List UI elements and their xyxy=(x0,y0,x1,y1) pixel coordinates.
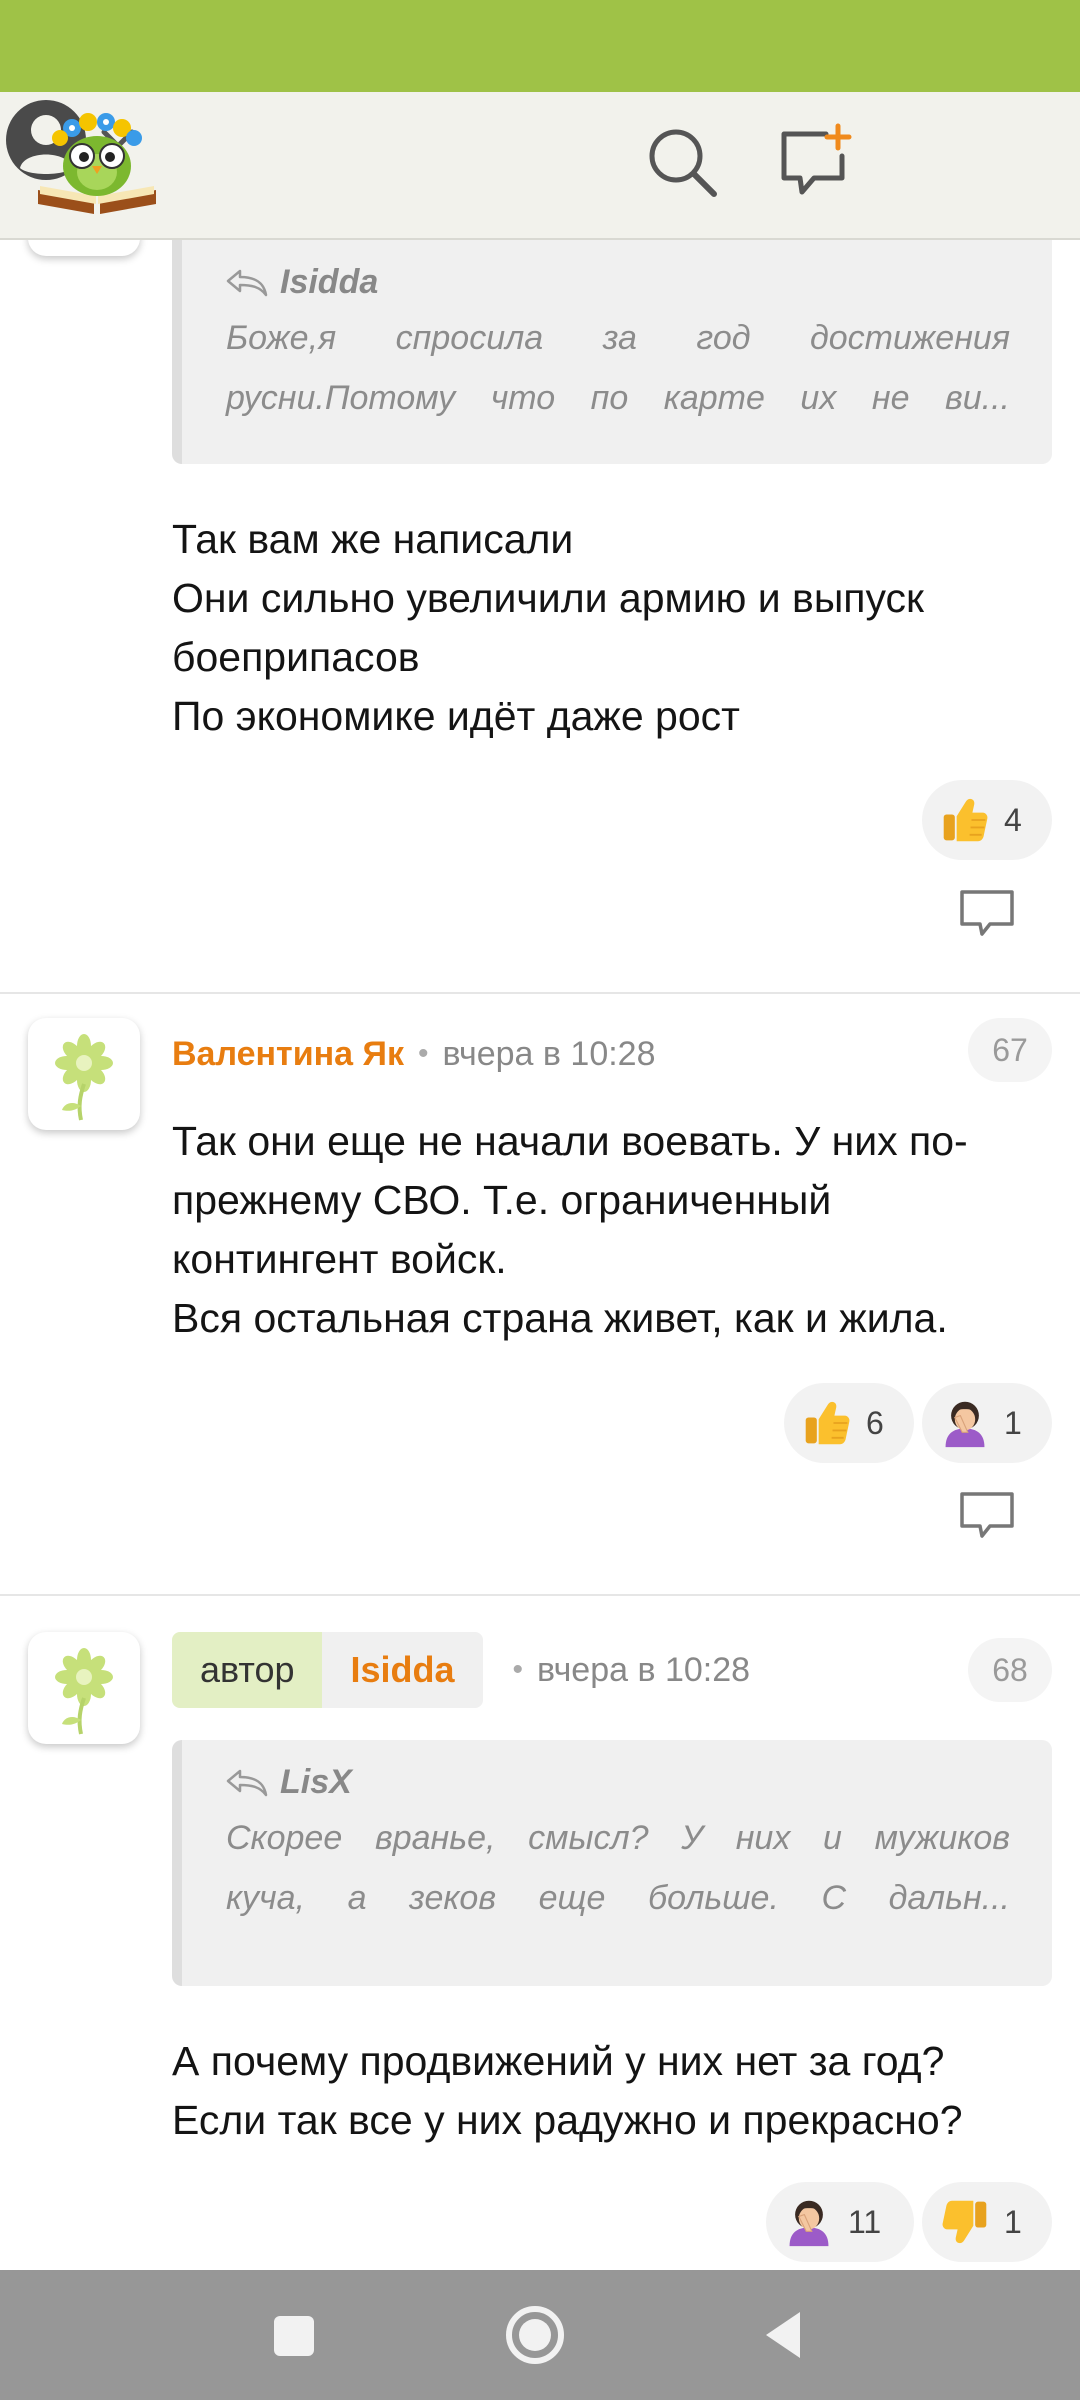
reply-comment-icon[interactable] xyxy=(956,884,1018,946)
logo-owl-on-book[interactable] xyxy=(34,108,160,218)
author-badge[interactable]: автор Isidda xyxy=(172,1632,483,1708)
comments-feed: Isidda Боже,я спросила за год достижения… xyxy=(0,240,1080,2270)
avatar[interactable] xyxy=(28,1632,140,1744)
quote-line: русни.Потому что по карте их не ви... xyxy=(226,379,1010,417)
comment-meta: автор Isidda • вчера в 10:28 xyxy=(172,1632,750,1708)
system-nav-bar xyxy=(0,2270,1080,2400)
reaction-count: 1 xyxy=(1004,1404,1022,1441)
reaction-count: 11 xyxy=(848,2203,882,2240)
quote-line: Скорее вранье, смысл? У них и мужиков xyxy=(226,1819,1010,1857)
search-icon[interactable] xyxy=(642,122,722,202)
thumbs-up-icon xyxy=(942,797,989,843)
back-button[interactable] xyxy=(748,2300,818,2370)
comment-line: Так вам же написали xyxy=(172,516,574,562)
facepalm-icon xyxy=(788,2200,830,2247)
quote-text: Боже,я спросила за год достижения русни.… xyxy=(226,308,1010,428)
quote-line: куча, а зеков еще больше. С дальн... xyxy=(226,1879,1010,1917)
quote-author-name: Isidda xyxy=(280,262,379,301)
author-badge-label: автор xyxy=(172,1632,323,1708)
reaction-count: 4 xyxy=(1004,801,1022,838)
avatar[interactable] xyxy=(28,1018,140,1130)
status-bar xyxy=(0,0,1080,92)
comment-number[interactable]: 68 xyxy=(968,1638,1052,1702)
reaction-thumbs-down[interactable]: 1 xyxy=(922,2182,1052,2262)
quote-text: Скорее вранье, смысл? У них и мужиков ку… xyxy=(226,1808,1010,1928)
daisy-avatar-icon xyxy=(53,1646,115,1736)
app-header xyxy=(0,92,1080,240)
reaction-count: 1 xyxy=(1004,2203,1022,2240)
reply-comment-icon[interactable] xyxy=(956,1486,1018,1548)
reply-arrow-icon xyxy=(226,269,268,297)
comment-text: Так вам же написали Они сильно увеличили… xyxy=(172,510,1052,746)
quoted-message[interactable]: LisX Скорее вранье, смысл? У них и мужик… xyxy=(172,1740,1052,1986)
author-name: Isidda xyxy=(322,1632,483,1708)
comment-line: прежнему СВО. Т.е. ограниченный xyxy=(172,1177,832,1223)
comment-line: контингент войск. xyxy=(172,1236,507,1282)
reply-arrow-icon xyxy=(226,1769,268,1797)
facepalm-icon xyxy=(944,1401,986,1448)
comment-text: А почему продвижений у них нет за год? Е… xyxy=(172,2032,1052,2150)
new-post-icon[interactable] xyxy=(774,122,854,202)
daisy-avatar-icon xyxy=(53,1032,115,1122)
comment-time: вчера в 10:28 xyxy=(442,1034,656,1073)
home-button[interactable] xyxy=(500,2300,570,2370)
comment-line: Если так все у них радужно и прекрасно? xyxy=(172,2097,963,2143)
reaction-thumbs-up[interactable]: 6 xyxy=(784,1383,914,1463)
reaction-facepalm[interactable]: 11 xyxy=(766,2182,914,2262)
quote-author: LisX xyxy=(226,1756,1010,1808)
quote-author-name: LisX xyxy=(280,1762,352,1801)
reaction-count: 6 xyxy=(866,1404,884,1441)
comment-line: Вся остальная страна живет, как и жила. xyxy=(172,1295,948,1341)
recent-apps-button[interactable] xyxy=(258,2300,328,2370)
avatar[interactable] xyxy=(28,240,140,256)
comment-line: Они сильно увеличили армию и выпуск xyxy=(172,575,924,621)
quoted-message[interactable]: Isidda Боже,я спросила за год достижения… xyxy=(172,240,1052,464)
comment-meta: Валентина Як • вчера в 10:28 xyxy=(172,1016,656,1092)
divider xyxy=(0,992,1080,994)
separator-dot: • xyxy=(417,1037,429,1070)
comment-text: Так они еще не начали воевать. У них по-… xyxy=(172,1112,1052,1348)
quote-author: Isidda xyxy=(226,256,1010,308)
thumbs-down-icon xyxy=(942,2200,987,2244)
thumbs-up-icon xyxy=(804,1400,851,1446)
comment-line: А почему продвижений у них нет за год? xyxy=(172,2038,945,2084)
divider xyxy=(0,1594,1080,1596)
comment-line: Так они еще не начали воевать. У них по- xyxy=(172,1118,968,1164)
quote-line: Боже,я спросила за год достижения xyxy=(226,319,1010,357)
separator-dot: • xyxy=(512,1653,524,1686)
comment-line: боеприпасов xyxy=(172,634,420,680)
reaction-facepalm[interactable]: 1 xyxy=(922,1383,1052,1463)
comment-time: вчера в 10:28 xyxy=(537,1650,751,1689)
author-name[interactable]: Валентина Як xyxy=(172,1035,404,1074)
comment-number[interactable]: 67 xyxy=(968,1018,1052,1082)
comment-line: По экономике идёт даже рост xyxy=(172,693,740,739)
reaction-thumbs-up[interactable]: 4 xyxy=(922,780,1052,860)
